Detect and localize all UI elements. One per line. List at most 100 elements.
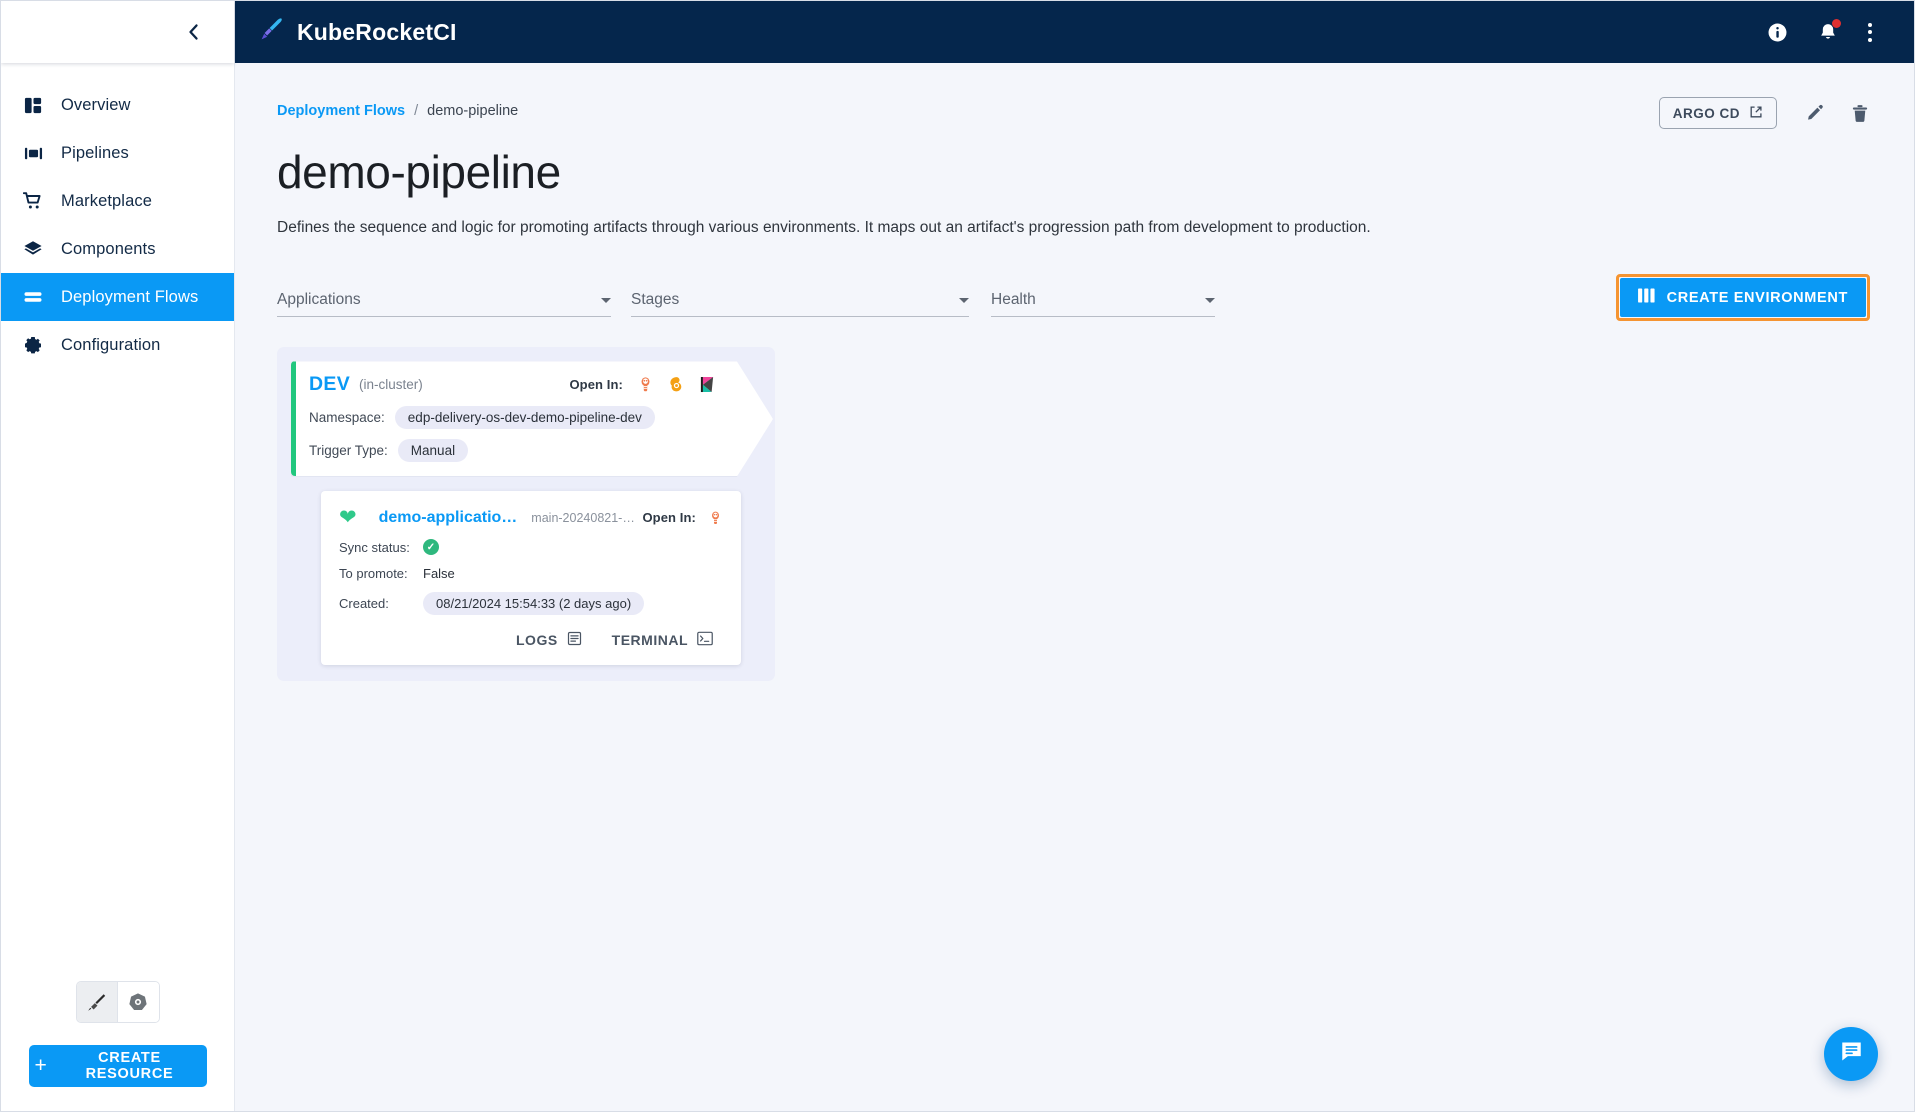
breadcrumb-current: demo-pipeline xyxy=(427,103,519,119)
chevron-down-icon xyxy=(1205,297,1215,303)
stage-header: DEV (in-cluster) Open In: xyxy=(309,373,755,396)
argocd-icon[interactable] xyxy=(708,510,723,526)
content-area: Deployment Flows / demo-pipeline ARGO CD xyxy=(235,63,1914,1111)
notification-badge xyxy=(1832,18,1841,28)
flows-icon xyxy=(11,287,55,307)
logs-icon xyxy=(567,631,582,649)
field-value: edp-delivery-os-dev-demo-pipeline-dev xyxy=(395,406,655,429)
rocket-pen-icon xyxy=(259,16,285,48)
filters-row: Applications Stages Health CREATE ENVIRO… xyxy=(277,274,1870,322)
argo-cd-button[interactable]: ARGO CD xyxy=(1658,97,1777,129)
pencil-icon[interactable] xyxy=(1803,103,1824,124)
terminal-label: TERMINAL xyxy=(611,632,688,649)
sidebar-item-components[interactable]: Components xyxy=(1,225,234,273)
cluster-switcher xyxy=(75,981,160,1023)
dashboard-icon xyxy=(11,96,55,115)
page-description: Defines the sequence and logic for promo… xyxy=(277,219,1371,236)
application-actions: LOGS TERMINAL xyxy=(339,631,723,655)
terminal-icon xyxy=(697,631,713,649)
stage-name-link[interactable]: DEV xyxy=(309,373,350,396)
top-bar: KubeRocketCI xyxy=(235,1,1914,63)
sidebar-item-deployment-flows[interactable]: Deployment Flows xyxy=(1,273,234,321)
open-in-label: Open In: xyxy=(569,377,623,393)
sidebar-item-label: Marketplace xyxy=(61,191,152,210)
layers-icon xyxy=(11,239,55,259)
sidebar-item-overview[interactable]: Overview xyxy=(1,81,234,129)
application-card[interactable]: ❤ demo-applicatio… main-20240821-… Open … xyxy=(321,491,741,666)
chat-fab-button[interactable] xyxy=(1824,1027,1878,1081)
field-value: Manual xyxy=(398,439,468,462)
field-key: Created: xyxy=(339,596,389,612)
sidebar-item-label: Components xyxy=(61,239,156,258)
kibana-icon[interactable] xyxy=(699,376,715,393)
brand-title: KubeRocketCI xyxy=(297,18,457,45)
sidebar-item-label: Pipelines xyxy=(61,143,129,162)
pipelines-icon xyxy=(11,144,55,163)
logs-button[interactable]: LOGS xyxy=(516,631,582,649)
create-resource-button[interactable]: + CREATE RESOURCE xyxy=(28,1045,207,1087)
main-area: KubeRocketCI Deployment Flows / demo-pip… xyxy=(235,1,1914,1111)
breadcrumb-separator: / xyxy=(414,103,419,119)
columns-icon xyxy=(1637,288,1655,307)
application-field-to-promote: To promote: False xyxy=(339,566,723,581)
page-header-actions: ARGO CD xyxy=(1658,97,1870,129)
sidebar-item-label: Deployment Flows xyxy=(61,287,199,306)
application-field-created: Created: 08/21/2024 15:54:33 (2 days ago… xyxy=(339,592,723,616)
bell-icon[interactable] xyxy=(1818,18,1841,43)
argo-cd-label: ARGO CD xyxy=(1672,105,1740,121)
field-key: Namespace: xyxy=(309,410,385,426)
external-link-icon xyxy=(1749,105,1763,122)
application-field-sync-status: Sync status: ✓ xyxy=(339,539,723,556)
logs-label: LOGS xyxy=(516,632,558,649)
stage-subtitle: (in-cluster) xyxy=(359,377,423,393)
krci-sword-icon[interactable] xyxy=(76,982,118,1022)
create-environment-button[interactable]: CREATE ENVIRONMENT xyxy=(1619,278,1866,318)
sidebar-item-configuration[interactable]: Configuration xyxy=(1,321,234,369)
info-circle-icon[interactable] xyxy=(1767,22,1788,43)
create-resource-label: CREATE RESOURCE xyxy=(85,1050,174,1082)
sidebar-header xyxy=(1,1,234,63)
sidebar-footer: + CREATE RESOURCE xyxy=(1,981,234,1111)
create-environment-label: CREATE ENVIRONMENT xyxy=(1666,289,1848,306)
topbar-actions xyxy=(1767,18,1872,43)
field-key: Sync status: xyxy=(339,539,410,555)
trash-icon[interactable] xyxy=(1850,103,1870,124)
stage-field-namespace: Namespace: edp-delivery-os-dev-demo-pipe… xyxy=(309,406,755,429)
sidebar-item-label: Configuration xyxy=(61,335,161,354)
brand[interactable]: KubeRocketCI xyxy=(259,16,457,48)
stage-container: DEV (in-cluster) Open In: Namespace: edp… xyxy=(277,347,775,682)
stage-card-dev[interactable]: DEV (in-cluster) Open In: Namespace: edp… xyxy=(291,361,773,476)
sidebar-item-pipelines[interactable]: Pipelines xyxy=(1,129,234,177)
filter-applications[interactable]: Applications xyxy=(277,291,611,318)
application-open-in: Open In: xyxy=(642,510,723,526)
kubernetes-icon[interactable] xyxy=(117,982,159,1022)
breadcrumb: Deployment Flows / demo-pipeline xyxy=(277,103,518,119)
chevron-down-icon xyxy=(601,297,611,303)
grafana-icon[interactable] xyxy=(668,376,685,393)
chevron-left-icon[interactable] xyxy=(180,19,206,45)
create-environment-highlight: CREATE ENVIRONMENT xyxy=(1615,274,1870,322)
breadcrumb-row: Deployment Flows / demo-pipeline ARGO CD xyxy=(277,97,1870,129)
heart-icon: ❤ xyxy=(339,506,357,530)
field-key: Trigger Type: xyxy=(309,443,388,459)
kebab-menu-icon[interactable] xyxy=(1868,22,1872,42)
filter-label: Health xyxy=(991,291,1036,309)
argocd-icon[interactable] xyxy=(637,376,654,393)
chat-icon xyxy=(1839,1039,1864,1069)
filter-health[interactable]: Health xyxy=(991,291,1215,318)
open-in-label: Open In: xyxy=(642,510,696,526)
filter-stages[interactable]: Stages xyxy=(631,291,969,318)
application-branch: main-20240821-… xyxy=(531,510,635,525)
application-name-link[interactable]: demo-applicatio… xyxy=(379,509,518,527)
terminal-button[interactable]: TERMINAL xyxy=(612,631,713,649)
sidebar-item-marketplace[interactable]: Marketplace xyxy=(1,177,234,225)
field-key: To promote: xyxy=(339,566,408,582)
field-value: 08/21/2024 15:54:33 (2 days ago) xyxy=(423,592,645,616)
sidebar: Overview Pipelines Marketplace Component… xyxy=(1,1,235,1111)
chevron-down-icon xyxy=(959,297,969,303)
filter-label: Stages xyxy=(631,291,680,309)
gear-icon xyxy=(11,335,55,355)
application-window: Overview Pipelines Marketplace Component… xyxy=(0,0,1915,1112)
breadcrumb-parent-link[interactable]: Deployment Flows xyxy=(277,103,405,119)
plus-icon: + xyxy=(34,1053,48,1077)
